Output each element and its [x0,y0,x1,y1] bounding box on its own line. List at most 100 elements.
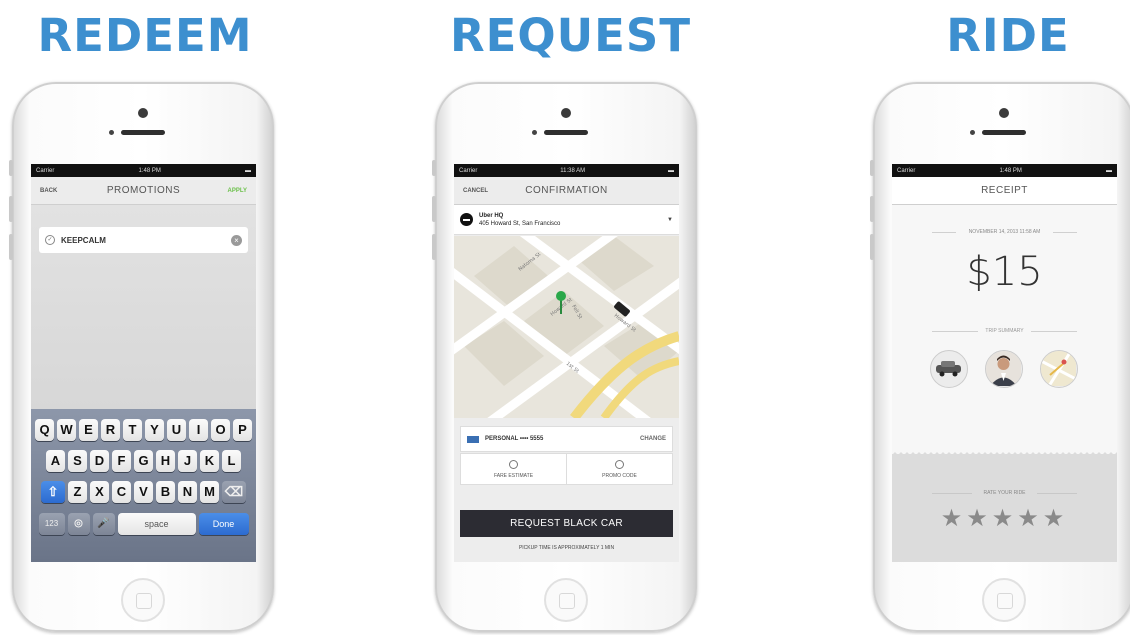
pickup-pin-icon [460,213,473,226]
step-title-ride: RIDE [946,9,1070,62]
volume-down-button [432,234,436,260]
key-z[interactable]: Z [68,481,87,503]
mute-switch [9,160,13,176]
dropdown-icon: ▼ [667,216,673,223]
apply-button[interactable]: APPLY [212,188,247,194]
key-e[interactable]: E [79,419,98,441]
keyboard: QWERTYUIOP ASDFGHJKL ⇧ ZXCVBNM ⌫ 123 ◎ 🎤… [31,409,256,562]
promo-code-button[interactable]: PROMO CODE [566,454,672,484]
carrier-label: Carrier [897,167,916,174]
map-view[interactable]: Natoma St Howard St Howard St 1st St Fel… [454,236,679,418]
driver-avatar[interactable] [985,350,1023,388]
map-graphic: Natoma St Howard St Howard St 1st St Fel… [454,236,679,418]
key-g[interactable]: G [134,450,153,472]
volume-down-button [870,234,874,260]
done-key[interactable]: Done [198,513,249,535]
key-o[interactable]: O [211,419,230,441]
key-b[interactable]: B [156,481,175,503]
battery-icon: ▬ [668,167,674,174]
numbers-key[interactable]: 123 [38,513,65,535]
address-name: Uber HQ [479,212,504,219]
key-j[interactable]: J [178,450,197,472]
earpiece-speaker [121,130,165,135]
key-m[interactable]: M [200,481,219,503]
nav-bar: CANCEL CONFIRMATION [454,177,679,205]
front-camera [138,108,148,118]
key-x[interactable]: X [90,481,109,503]
payment-method[interactable]: PERSONAL •••• 5555 CHANGE [460,426,673,452]
status-bar: Carrier 1:48 PM ▬ [892,164,1117,177]
status-time: 1:48 PM [138,167,161,174]
keyboard-row-3: ⇧ ZXCVBNM ⌫ [31,481,256,503]
key-d[interactable]: D [90,450,109,472]
trip-date: NOVEMBER 14, 2013 11:58 AM [968,229,1041,235]
front-camera [561,108,571,118]
key-f[interactable]: F [112,450,131,472]
promo-code-icon [615,460,624,469]
front-camera [999,108,1009,118]
tag-icon: ✓ [45,235,55,245]
home-button[interactable] [121,578,165,622]
pickup-address[interactable]: Uber HQ 405 Howard St, San Francisco ▼ [454,205,679,235]
keyboard-row-4: 123 ◎ 🎤 space Done [31,513,256,535]
page-title: PROMOTIONS [106,185,181,196]
change-payment-button[interactable]: CHANGE [640,436,666,442]
cancel-button[interactable]: CANCEL [463,188,498,194]
phone-request: Carrier 11:38 AM ▬ CANCEL CONFIRMATION U… [432,82,697,632]
receipt-screen: Carrier 1:48 PM ▬ RECEIPT NOVEMBER 14, 2… [892,164,1117,562]
promo-code-value: KEEPCALM [61,235,106,245]
key-s[interactable]: S [68,450,87,472]
key-k[interactable]: K [200,450,219,472]
volume-up-button [432,196,436,222]
vehicle-thumbnail[interactable] [930,350,968,388]
key-i[interactable]: I [189,419,208,441]
pickup-time-note: PICKUP TIME IS APPROXIMATELY 1 MIN [518,545,615,551]
key-v[interactable]: V [134,481,153,503]
status-time: 1:48 PM [999,167,1022,174]
carrier-label: Carrier [459,167,478,174]
key-r[interactable]: R [101,419,120,441]
key-y[interactable]: Y [145,419,164,441]
phone-redeem: Carrier 1:48 PM ▬ BACK PROMOTIONS APPLY … [9,82,274,632]
microphone-key[interactable]: 🎤 [92,513,115,535]
keyboard-row-2: ASDFGHJKL [31,450,256,472]
home-button[interactable] [982,578,1026,622]
star-rating-input[interactable]: ★★★★★ [892,504,1117,533]
key-c[interactable]: C [112,481,131,503]
rate-your-ride-label: RATE YOUR RIDE [983,490,1026,496]
volume-up-button [870,196,874,222]
fare-estimate-button[interactable]: FARE ESTIMATE [461,454,566,484]
earpiece-speaker [982,130,1026,135]
route-map-thumbnail[interactable] [1040,350,1078,388]
request-black-car-button[interactable]: REQUEST BLACK CAR [460,510,673,537]
key-q[interactable]: Q [35,419,54,441]
home-button[interactable] [544,578,588,622]
step-title-redeem: REDEEM [37,9,253,62]
shift-key[interactable]: ⇧ [41,481,65,503]
payment-label: PERSONAL •••• 5555 [485,436,544,442]
earpiece-speaker [544,130,588,135]
clear-icon[interactable]: × [231,234,242,246]
key-l[interactable]: L [222,450,241,472]
fare-estimate-label: FARE ESTIMATE [493,473,534,479]
key-t[interactable]: T [123,419,142,441]
rating-section: RATE YOUR RIDE ★★★★★ [892,454,1117,562]
mute-switch [870,160,874,176]
globe-key[interactable]: ◎ [67,513,90,535]
step-title-request: REQUEST [450,9,692,62]
key-h[interactable]: H [156,450,175,472]
key-n[interactable]: N [178,481,197,503]
promo-code-input[interactable]: ✓ KEEPCALM × [39,227,248,253]
battery-icon: ▬ [1106,167,1112,174]
key-p[interactable]: P [233,419,252,441]
space-key[interactable]: space [117,513,196,535]
key-a[interactable]: A [46,450,65,472]
back-button[interactable]: BACK [40,188,75,194]
backspace-key[interactable]: ⌫ [222,481,246,503]
status-bar: Carrier 11:38 AM ▬ [454,164,679,177]
status-time: 11:38 AM [560,167,586,174]
trip-summary-label: TRIP SUMMARY [985,328,1024,334]
key-w[interactable]: W [57,419,76,441]
confirmation-screen: Carrier 11:38 AM ▬ CANCEL CONFIRMATION U… [454,164,679,562]
key-u[interactable]: U [167,419,186,441]
